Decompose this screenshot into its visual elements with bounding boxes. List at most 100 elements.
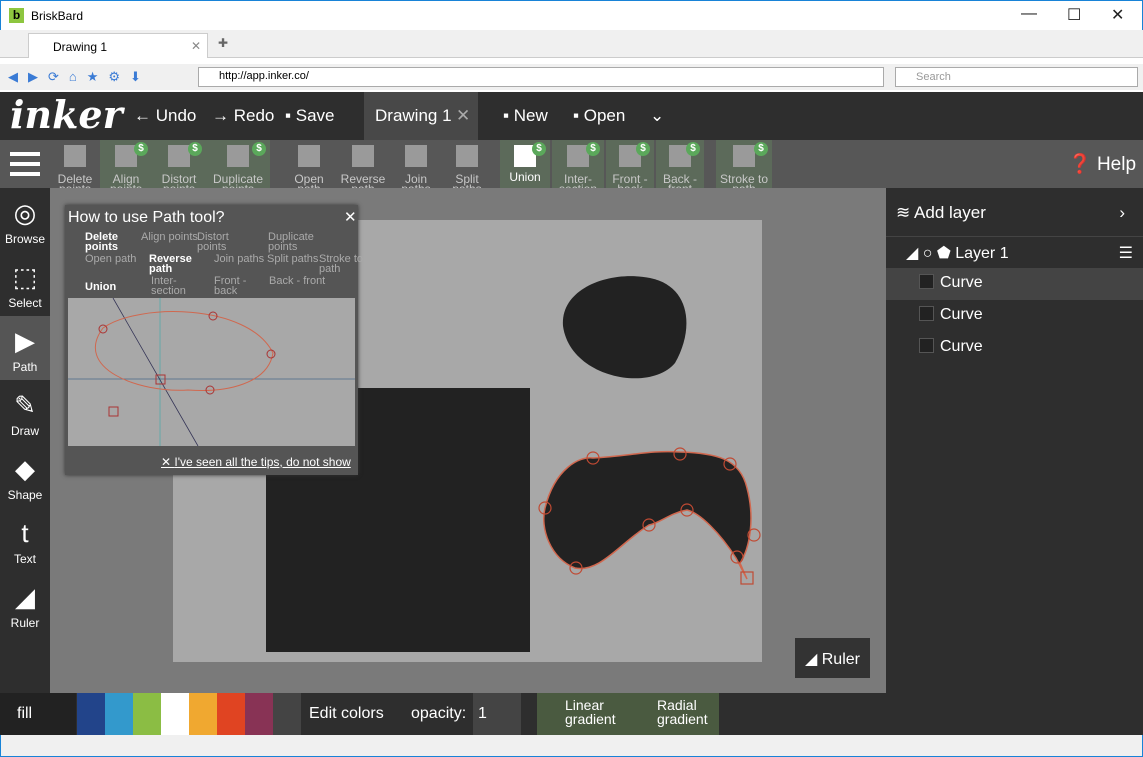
- toolbar-front-back-button[interactable]: $Front - back: [606, 140, 654, 195]
- tool-sidebar: ◎ Browse ⬚ Select ▶ Path ✎ Draw ◆ Shape t Text ◢ Rule…: [0, 188, 50, 693]
- more-chevron-icon[interactable]: ⌄: [650, 106, 664, 126]
- color-swatch[interactable]: [77, 693, 105, 735]
- color-swatch[interactable]: [189, 693, 217, 735]
- layer-menu-icon[interactable]: ☰: [1119, 243, 1133, 263]
- help-button[interactable]: ❓ Help: [1068, 152, 1136, 176]
- minimize-button[interactable]: —: [1021, 5, 1037, 23]
- sidebar-label: Draw: [10, 424, 39, 438]
- sidebar-ruler-tool[interactable]: ◢ Ruler: [0, 572, 50, 636]
- toolbar-stroke-to-path-button[interactable]: $Stroke to path: [716, 140, 772, 195]
- tip-item: Open path: [85, 253, 137, 265]
- tip-item: Reverse path: [149, 253, 192, 275]
- color-swatch[interactable]: [133, 693, 161, 735]
- close-doc-icon[interactable]: ✕: [456, 106, 470, 126]
- tip-animation: [68, 298, 355, 446]
- toolbar-reverse-path-button[interactable]: Reverse path: [336, 140, 390, 195]
- curve-thumbnail: [919, 306, 934, 321]
- layer-item-curve[interactable]: Curve: [886, 332, 1143, 364]
- sidebar-shape-tool[interactable]: ◆ Shape: [0, 444, 50, 508]
- menu-icon[interactable]: [10, 152, 40, 176]
- sidebar-label: Path: [12, 360, 38, 374]
- sidebar-label: Text: [13, 552, 36, 566]
- search-input[interactable]: Search: [895, 67, 1138, 87]
- browser-tab[interactable]: Drawing 1 ✕: [28, 33, 208, 58]
- toolbar-align-points-button[interactable]: $Align points: [100, 140, 152, 195]
- maximize-button[interactable]: ☐: [1067, 5, 1081, 25]
- opacity-label: opacity:: [411, 705, 467, 722]
- add-layer-button[interactable]: ≋ Add layer ›: [886, 196, 1143, 228]
- color-swatch[interactable]: [245, 693, 273, 735]
- sidebar-text-tool[interactable]: t Text: [0, 508, 50, 572]
- undo-button[interactable]: ← Undo: [134, 106, 196, 126]
- fill-toggle[interactable]: fill: [0, 693, 76, 735]
- sidebar-label: Select: [8, 296, 42, 310]
- toolbar-delete-points-button[interactable]: Delete points: [50, 140, 100, 195]
- redo-button[interactable]: → Redo: [212, 106, 274, 126]
- tool-icon: [456, 145, 478, 167]
- shape-icon: ◆: [15, 454, 35, 484]
- browse-icon: ◎: [13, 198, 37, 228]
- sidebar-draw-tool[interactable]: ✎ Draw: [0, 380, 50, 444]
- curve-thumbnail: [919, 274, 934, 289]
- toolbar-split-paths-button[interactable]: Split paths: [442, 140, 492, 195]
- premium-icon: $: [134, 142, 148, 156]
- ruler-icon: ◢: [15, 582, 35, 612]
- window-title: BriskBard: [31, 9, 84, 23]
- tip-item: Inter-section: [151, 275, 186, 297]
- toolbar-duplicate-points-button[interactable]: $Duplicate points: [206, 140, 270, 195]
- premium-icon: $: [586, 142, 600, 156]
- color-bar: fill Edit colors opacity: 1 Linear gradi…: [0, 693, 1143, 735]
- toolbar-inter-section-button[interactable]: $Inter-section: [552, 140, 604, 195]
- color-swatch[interactable]: [105, 693, 133, 735]
- open-button[interactable]: ▪ Open: [573, 106, 625, 126]
- linear-gradient-button[interactable]: Linear gradient: [543, 698, 628, 726]
- premium-icon: $: [532, 142, 546, 156]
- color-swatch[interactable]: [161, 693, 189, 735]
- app-logo-icon: b: [9, 8, 24, 23]
- new-tab-icon[interactable]: ✚: [218, 36, 228, 50]
- tool-icon: [352, 145, 374, 167]
- layer-item-curve[interactable]: Curve: [886, 268, 1143, 300]
- sidebar-path-tool[interactable]: ▶ Path: [0, 316, 50, 380]
- tool-icon: [298, 145, 320, 167]
- popup-close-icon[interactable]: ✕: [344, 208, 357, 226]
- app-header: inker ← Undo → Redo ▪ Save Drawing 1 ✕ ▪ …: [0, 92, 1143, 140]
- toolbar-distort-points-button[interactable]: $Distort points: [152, 140, 206, 195]
- url-input[interactable]: http://app.inker.co/: [198, 67, 884, 87]
- close-tab-icon[interactable]: ✕: [191, 39, 201, 53]
- tool-icon: [168, 145, 190, 167]
- popup-title: How to use Path tool?: [68, 209, 225, 226]
- layer-item-curve[interactable]: Curve: [886, 300, 1143, 332]
- document-tab[interactable]: Drawing 1 ✕: [364, 92, 478, 140]
- edit-colors-button[interactable]: Edit colors: [309, 705, 384, 723]
- address-bar: ◀▶⟳⌂★⚙⬇ http://app.inker.co/ Search: [0, 64, 1143, 90]
- radial-gradient-button[interactable]: Radial gradient: [635, 698, 720, 726]
- draw-icon: ✎: [14, 390, 36, 420]
- curve-thumbnail: [919, 338, 934, 353]
- ruler-button[interactable]: ◢ Ruler: [795, 638, 870, 678]
- opacity-input[interactable]: 1: [473, 693, 521, 735]
- premium-icon: $: [754, 142, 768, 156]
- sidebar-label: Browse: [4, 232, 45, 246]
- save-button[interactable]: ▪ Save: [285, 106, 335, 126]
- layers-panel: ≋ Add layer › ◢ ○ ⬟ Layer 1 ☰ Curve Curve Cu…: [886, 188, 1143, 693]
- toolbar-union-button[interactable]: $ Union: [500, 140, 550, 188]
- toolbar-open-path-button[interactable]: Open path: [284, 140, 334, 195]
- tool-icon: [733, 145, 755, 167]
- toolbar-back-front-button[interactable]: $Back - front: [656, 140, 704, 195]
- select-icon: ⬚: [12, 262, 38, 292]
- tab-title: Drawing 1: [53, 40, 108, 54]
- no-color-swatch[interactable]: [273, 693, 301, 735]
- sidebar-select-tool[interactable]: ⬚ Select: [0, 252, 50, 316]
- dismiss-tips-link[interactable]: ✕ I've seen all the tips, do not show: [161, 455, 351, 469]
- new-button[interactable]: ▪ New: [503, 106, 548, 126]
- inker-logo: inker: [10, 92, 123, 137]
- sidebar-browse-tool[interactable]: ◎ Browse: [0, 188, 50, 252]
- close-button[interactable]: ✕: [1111, 5, 1124, 25]
- layer-row[interactable]: ◢ ○ ⬟ Layer 1 ☰: [886, 236, 1143, 268]
- premium-icon: $: [188, 142, 202, 156]
- color-swatch[interactable]: [217, 693, 245, 735]
- tip-item: Distort points: [197, 231, 229, 253]
- nav-icons[interactable]: ◀▶⟳⌂★⚙⬇: [8, 69, 151, 85]
- toolbar-join-paths-button[interactable]: Join paths: [390, 140, 442, 195]
